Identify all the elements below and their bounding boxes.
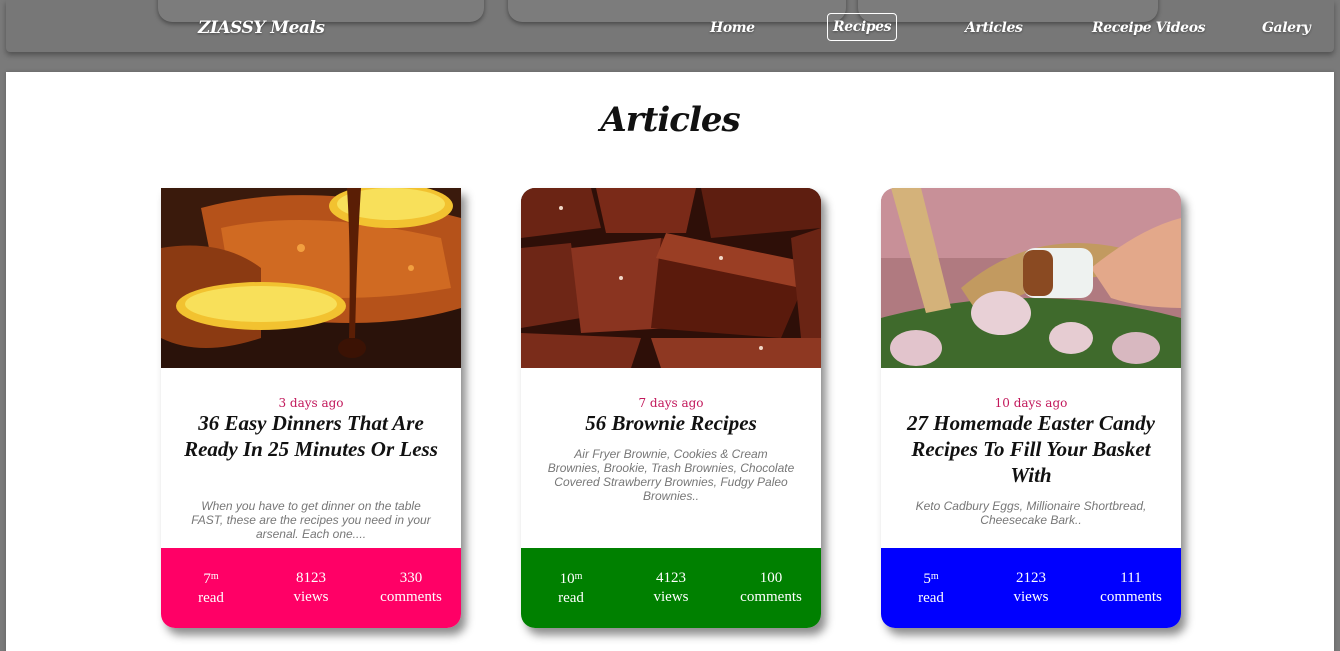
views-label: views	[1013, 589, 1049, 605]
comments-value: 330	[399, 570, 423, 586]
read-label: read	[918, 590, 944, 606]
card-date: 10 days ago	[994, 396, 1068, 410]
views-value: 2123	[1016, 570, 1046, 586]
comments-value: 100	[759, 570, 783, 586]
views-value: 8123	[296, 570, 326, 586]
top-navbar: ZIASSY Meals Home Recipes Articles Recei…	[6, 0, 1334, 52]
views-label: views	[293, 589, 329, 605]
article-card[interactable]: 10 days ago 27 Homemade Easter Candy Rec…	[881, 188, 1181, 628]
nav-link-articles[interactable]: Articles	[965, 20, 1023, 36]
read-value: 5	[923, 571, 931, 587]
article-card[interactable]: 3 days ago 36 Easy Dinners That Are Read…	[161, 188, 461, 628]
nav-decor-pill	[858, 0, 1158, 22]
easter-candy-image	[881, 188, 1181, 368]
nav-link-recipes[interactable]: Recipes	[827, 13, 898, 41]
card-stats-bar: 7m read 8123 views 330 comments	[161, 548, 461, 628]
views-label: views	[653, 589, 689, 605]
nav-link-recipe-videos[interactable]: Receipe Videos	[1092, 20, 1206, 36]
read-label: read	[558, 590, 584, 606]
card-body: 10 days ago 27 Homemade Easter Candy Rec…	[881, 368, 1181, 548]
card-description: Air Fryer Brownie, Cookies & Cream Brown…	[547, 447, 795, 503]
stat-comments: 111 comments	[1081, 548, 1181, 628]
comments-label: comments	[740, 589, 802, 605]
stat-read-time: 5m read	[881, 548, 981, 628]
stat-views: 4123 views	[621, 548, 721, 628]
card-date: 3 days ago	[278, 396, 344, 410]
nav-link-home[interactable]: Home	[710, 20, 755, 36]
stat-read-time: 10m read	[521, 548, 621, 628]
stat-comments: 330 comments	[361, 548, 461, 628]
card-stats-bar: 10m read 4123 views 100 comments	[521, 548, 821, 628]
comments-label: comments	[1100, 589, 1162, 605]
comments-label: comments	[380, 589, 442, 605]
card-body: 3 days ago 36 Easy Dinners That Are Read…	[161, 368, 461, 548]
views-value: 4123	[656, 570, 686, 586]
read-unit: m	[574, 571, 583, 582]
comments-value: 111	[1120, 570, 1142, 586]
card-stats-bar: 5m read 2123 views 111 comments	[881, 548, 1181, 628]
read-value: 7	[203, 571, 211, 587]
card-body: 7 days ago 56 Brownie Recipes Air Fryer …	[521, 368, 821, 548]
read-label: read	[198, 590, 224, 606]
stat-views: 8123 views	[261, 548, 361, 628]
stat-read-time: 7m read	[161, 548, 261, 628]
article-card[interactable]: 7 days ago 56 Brownie Recipes Air Fryer …	[521, 188, 821, 628]
card-title[interactable]: 36 Easy Dinners That Are Ready In 25 Min…	[183, 410, 439, 462]
stat-views: 2123 views	[981, 548, 1081, 628]
read-unit: m	[210, 571, 219, 582]
read-value: 10	[559, 571, 575, 587]
read-unit: m	[930, 571, 939, 582]
page-title: Articles	[600, 100, 740, 140]
nav-link-gallery[interactable]: Galery	[1262, 20, 1311, 36]
glazed-salmon-image	[161, 188, 461, 368]
brownies-image	[521, 188, 821, 368]
card-title[interactable]: 27 Homemade Easter Candy Recipes To Fill…	[903, 410, 1159, 488]
card-title[interactable]: 56 Brownie Recipes	[543, 410, 799, 436]
articles-section: Articles 3 days ago 36 Easy Dinners That…	[6, 72, 1334, 651]
nav-decor-pill	[508, 0, 846, 22]
brand-logo[interactable]: ZIASSY Meals	[198, 18, 325, 38]
card-description: When you have to get dinner on the table…	[191, 499, 431, 541]
card-description: Keto Cadbury Eggs, Millionaire Shortbrea…	[915, 499, 1147, 527]
stat-comments: 100 comments	[721, 548, 821, 628]
card-date: 7 days ago	[638, 396, 704, 410]
